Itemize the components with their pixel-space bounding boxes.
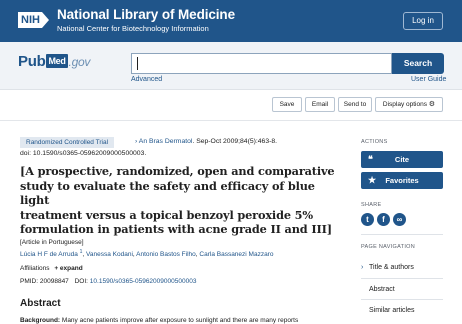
favorites-button[interactable]: ★ Favorites xyxy=(361,172,443,189)
affiliations-row[interactable]: Affiliations + expand xyxy=(20,265,83,272)
abstract-text: Background: Many acne patients improve a… xyxy=(20,317,298,324)
user-guide-link[interactable]: User Guide xyxy=(411,76,446,83)
cite-button[interactable]: ❝ Cite xyxy=(361,151,443,168)
title-line: formulation in patients with acne grade … xyxy=(20,222,332,237)
title-line: study to evaluate the safety and efficac… xyxy=(20,178,315,208)
journal-citation: › An Bras Dermatol. Sep-Oct 2009;84(5):4… xyxy=(135,138,277,145)
author-link[interactable]: Carla Bassanezi Mazzaro xyxy=(199,251,273,258)
abstract-section-label: Background: xyxy=(20,317,61,324)
pubmed-logo-med: Med xyxy=(46,54,68,68)
cite-label: Cite xyxy=(394,155,410,164)
pubmed-logo[interactable]: Pub Med .gov xyxy=(18,53,90,70)
author-link[interactable]: Antonio Bastos Filho xyxy=(136,251,196,258)
nav-divider xyxy=(361,278,443,279)
nih-header: NIH National Library of Medicine Nationa… xyxy=(0,0,462,42)
doi-line: doi: 10.1590/s0365-05962009000500003. xyxy=(20,150,147,157)
permalink-icon[interactable]: ∞ xyxy=(393,213,406,226)
article-title: [A prospective, randomized, open and com… xyxy=(20,164,335,237)
facebook-icon[interactable]: f xyxy=(377,213,390,226)
advanced-search-link[interactable]: Advanced xyxy=(131,76,162,83)
identifiers-line: PMID: 20098847 DOI: 10.1590/s0365-059620… xyxy=(20,278,196,285)
nih-logo-text: NIH xyxy=(18,12,42,28)
nav-item-abstract[interactable]: Abstract xyxy=(361,286,443,293)
gear-icon: ⚙ xyxy=(428,101,436,108)
doi-link[interactable]: 10.1590/s0365-05962009000500003 xyxy=(90,278,197,285)
abstract-heading: Abstract xyxy=(20,298,61,309)
abstract-body: Many acne patients improve after exposur… xyxy=(61,317,299,324)
nih-title[interactable]: National Library of Medicine xyxy=(57,7,235,22)
author-link[interactable]: Vanessa Kodani xyxy=(86,251,133,258)
nih-logo-arrow xyxy=(41,12,49,28)
nav-item-title-authors[interactable]: › Title & authors xyxy=(361,264,443,271)
page-navigation-heading: PAGE NAVIGATION xyxy=(361,244,416,250)
twitter-icon[interactable]: t xyxy=(361,213,374,226)
pmid-label: PMID: xyxy=(20,278,39,285)
display-options-label: Display options xyxy=(382,101,427,108)
journal-link[interactable]: An Bras Dermatol xyxy=(139,138,193,145)
display-options-button[interactable]: Display options ⚙ xyxy=(375,97,443,112)
author-list: Lúcia H F de Arruda 1, Vanessa Kodani, A… xyxy=(20,249,274,259)
citation-details: . Sep-Oct 2009;84(5):463-8. xyxy=(192,138,278,145)
search-input[interactable] xyxy=(131,53,392,74)
pmid-value: 20098847 xyxy=(39,278,69,285)
actions-heading: ACTIONS xyxy=(361,139,388,145)
nih-logo[interactable]: NIH xyxy=(18,9,56,31)
login-button[interactable]: Log in xyxy=(403,12,443,30)
pubmed-logo-pub: Pub xyxy=(18,53,46,70)
affiliations-label: Affiliations xyxy=(20,265,50,272)
nih-subtitle: National Center for Biotechnology Inform… xyxy=(57,24,209,33)
journal-arrow-icon: › xyxy=(135,138,138,145)
toolbar-divider xyxy=(0,120,462,121)
author-link[interactable]: Lúcia H F de Arruda xyxy=(20,251,78,258)
doi-label: DOI: xyxy=(74,278,88,285)
search-bar-area: Pub Med .gov Search Advanced User Guide xyxy=(0,42,462,90)
send-to-button[interactable]: Send to xyxy=(338,97,372,112)
text-cursor xyxy=(137,57,138,70)
chevron-right-icon: › xyxy=(361,264,364,271)
email-button[interactable]: Email xyxy=(305,97,335,112)
language-note: [Article in Portuguese] xyxy=(20,239,84,246)
nav-item-label: Title & authors xyxy=(369,264,414,271)
share-heading: SHARE xyxy=(361,202,382,208)
nav-item-similar-articles[interactable]: Similar articles xyxy=(361,307,443,314)
expand-affiliations-toggle[interactable]: + expand xyxy=(54,265,82,272)
favorites-label: Favorites xyxy=(385,176,419,185)
nav-divider xyxy=(361,299,443,300)
sidebar-divider xyxy=(361,234,443,235)
save-button[interactable]: Save xyxy=(272,97,302,112)
search-button[interactable]: Search xyxy=(392,53,444,74)
title-line: [A prospective, randomized, open and com… xyxy=(20,164,335,178)
article-type-badge: Randomized Controlled Trial xyxy=(20,137,115,148)
pubmed-logo-gov: .gov xyxy=(68,55,91,69)
title-line: treatment versus a topical benzoyl perox… xyxy=(20,207,313,222)
